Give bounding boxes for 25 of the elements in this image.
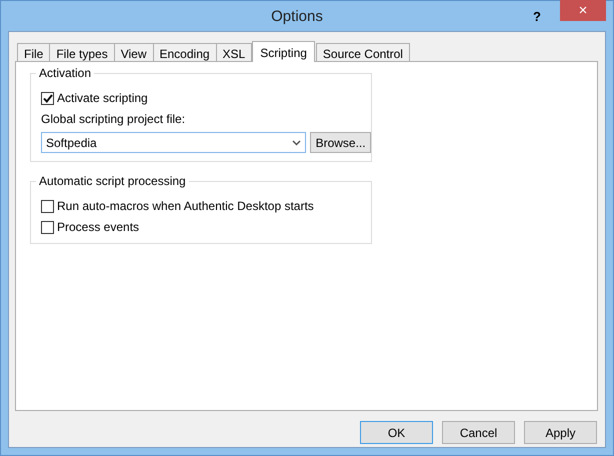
tab[interactable]: Encoding [152, 43, 217, 61]
tab[interactable]: Source Control [316, 43, 410, 61]
checkbox[interactable] [41, 92, 54, 104]
checkmark-icon [42, 94, 52, 102]
help-button[interactable]: ? [526, 8, 548, 24]
group-title: Activation [36, 66, 94, 80]
checkbox[interactable] [41, 220, 54, 234]
tab[interactable]: File [17, 43, 50, 61]
checkbox-label: Process events [57, 220, 140, 234]
browse-button[interactable]: Browse... [310, 132, 371, 153]
tab[interactable]: View [114, 43, 154, 61]
checkbox-label: Activate scripting [57, 91, 148, 105]
checkbox[interactable] [41, 200, 54, 212]
tab[interactable]: File types [49, 43, 115, 61]
tab[interactable]: Scripting [252, 41, 315, 62]
tab[interactable]: XSL [216, 43, 252, 61]
dialog-button[interactable]: Apply [524, 421, 597, 444]
close-button[interactable]: × [560, 0, 606, 21]
dialog-button[interactable]: Cancel [442, 421, 515, 444]
project-file-combo[interactable]: Softpedia [41, 132, 306, 153]
checkbox-label: Run auto-macros when Authentic Desktop starts [57, 199, 314, 213]
window-title: Options [270, 8, 324, 24]
group-title: Automatic script processing [36, 174, 189, 188]
field-label: Global scripting project file: [41, 112, 186, 126]
dialog-button[interactable]: OK [360, 421, 433, 444]
